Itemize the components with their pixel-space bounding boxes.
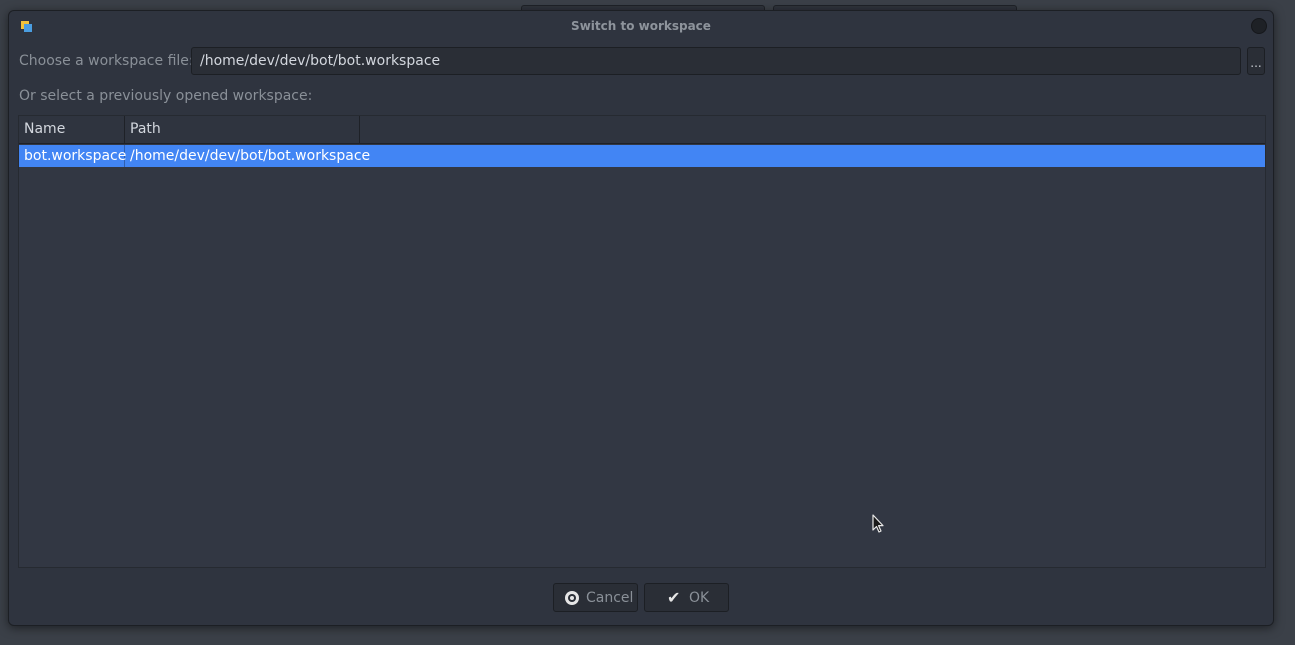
close-icon[interactable] — [1251, 18, 1267, 34]
mouse-pointer-icon — [872, 514, 884, 533]
cancel-label: Cancel — [586, 590, 634, 606]
recent-workspaces-table[interactable]: Name Path bot.workspace /home/dev/dev/bo… — [18, 115, 1266, 568]
cell-name: bot.workspace — [19, 145, 126, 167]
table-row[interactable]: bot.workspace /home/dev/dev/bot/bot.work… — [19, 145, 1265, 167]
ok-button[interactable]: ✔ OK — [644, 583, 729, 612]
ok-label: OK — [689, 590, 710, 606]
cancel-icon — [565, 591, 579, 605]
workspace-file-label: Choose a workspace file: — [19, 53, 194, 69]
browse-button[interactable]: ... — [1247, 47, 1265, 75]
workspace-file-input[interactable]: /home/dev/dev/bot/bot.workspace — [191, 47, 1241, 75]
switch-workspace-dialog: Switch to workspace Choose a workspace f… — [8, 10, 1274, 626]
title-bar[interactable]: Switch to workspace — [9, 11, 1273, 41]
recent-workspaces-label: Or select a previously opened workspace: — [19, 88, 313, 104]
column-header-path[interactable]: Path — [125, 116, 360, 143]
column-header-name[interactable]: Name — [19, 116, 125, 143]
check-icon: ✔ — [667, 588, 681, 607]
cancel-button[interactable]: Cancel — [553, 583, 638, 612]
table-header: Name Path — [19, 116, 1265, 144]
dialog-title: Switch to workspace — [571, 19, 711, 33]
cell-path: /home/dev/dev/bot/bot.workspace — [130, 148, 371, 164]
